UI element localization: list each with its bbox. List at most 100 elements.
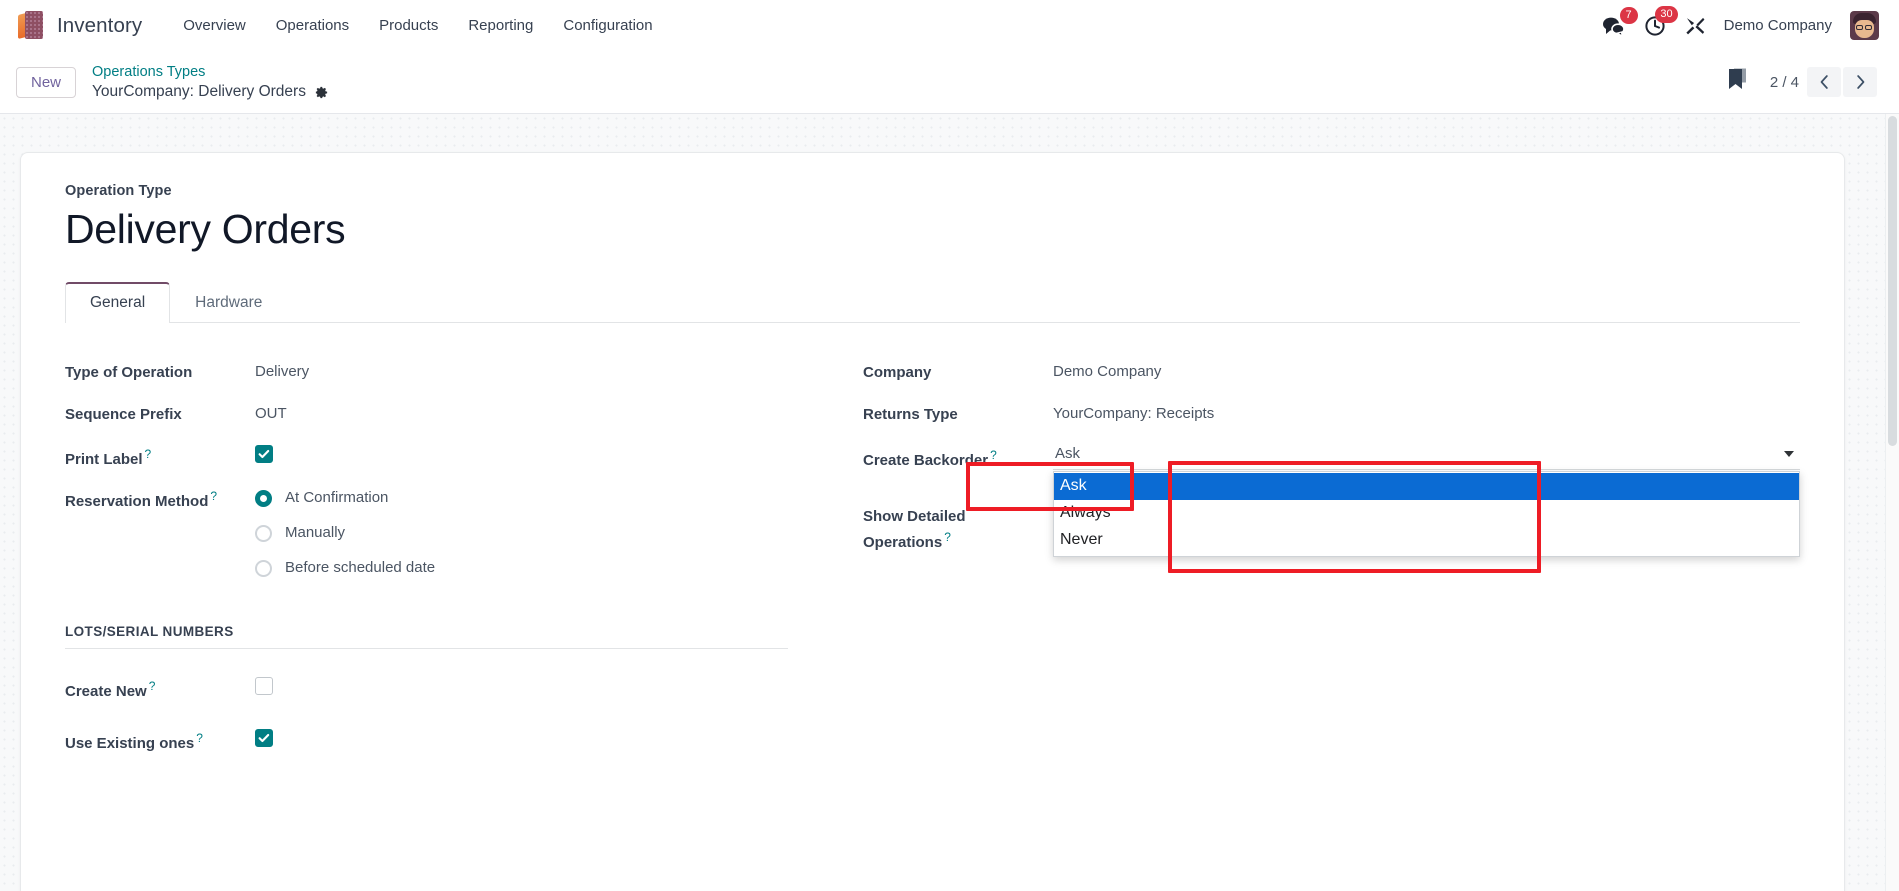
field-print-label: Print Label? (65, 439, 825, 480)
help-tooltip-icon[interactable]: ? (990, 448, 997, 462)
use-existing-ones-checkbox[interactable] (255, 729, 273, 747)
help-tooltip-icon[interactable]: ? (944, 530, 951, 544)
section-lots-serial-numbers: LOTS/SERIAL NUMBERS (65, 624, 788, 649)
bookmark-icon[interactable] (1726, 67, 1750, 98)
field-label-text-line2: Operations (863, 534, 943, 552)
help-tooltip-icon[interactable]: ? (149, 679, 156, 693)
field-label-text: Create New (65, 683, 147, 700)
create-backorder-selected-value: Ask (1055, 445, 1081, 462)
field-value[interactable]: Demo Company (1053, 355, 1800, 384)
field-label: Create Backorder? (863, 440, 1053, 472)
control-panel: New Operations Types YourCompany: Delive… (0, 51, 1899, 114)
page-title: Delivery Orders (65, 206, 346, 252)
radio-indicator (255, 560, 272, 577)
field-create-backorder: Create Backorder? Ask Ask Always Never (863, 440, 1800, 557)
breadcrumb-parent-link[interactable]: Operations Types (92, 63, 205, 81)
field-label: Use Existing ones? (65, 723, 255, 755)
brand[interactable]: Inventory (14, 10, 143, 41)
dropdown-option-never[interactable]: Never (1054, 527, 1799, 554)
form-left-column: Type of Operation Delivery Sequence Pref… (65, 355, 825, 765)
app-name: Inventory (57, 13, 143, 37)
field-label-text-line1: Show Detailed (863, 508, 966, 525)
radio-at-confirmation[interactable]: At Confirmation (255, 481, 825, 516)
create-backorder-select[interactable]: Ask (1053, 440, 1800, 470)
field-label-text: Use Existing ones (65, 735, 195, 752)
gear-icon[interactable] (314, 85, 329, 100)
field-label: Create New? (65, 671, 255, 703)
print-label-checkbox[interactable] (255, 445, 273, 463)
field-label: Returns Type (863, 406, 958, 423)
field-label: Reservation Method? (65, 481, 255, 513)
menu-item-reporting[interactable]: Reporting (453, 11, 548, 40)
field-reservation-method: Reservation Method? At Confirmation Manu… (65, 481, 825, 586)
scrollbar-thumb[interactable] (1888, 116, 1897, 446)
menu-item-operations[interactable]: Operations (261, 11, 364, 40)
field-label-text: Reservation Method (65, 493, 209, 510)
tools-wrench-icon (1685, 17, 1705, 34)
notebook-tabs: General Hardware (65, 281, 1800, 323)
radio-manually[interactable]: Manually (255, 516, 825, 551)
radio-label: Before scheduled date (285, 559, 436, 577)
form-grid: Type of Operation Delivery Sequence Pref… (65, 355, 1800, 765)
field-label-text: Print Label (65, 451, 143, 468)
avatar[interactable] (1850, 11, 1879, 40)
new-button[interactable]: New (16, 66, 77, 98)
help-tooltip-icon[interactable]: ? (196, 731, 203, 745)
breadcrumb-current-label: YourCompany: Delivery Orders (92, 83, 306, 101)
company-switcher[interactable]: Demo Company (1724, 17, 1832, 34)
chevron-left-icon (1820, 75, 1828, 89)
field-value[interactable]: Delivery (255, 355, 825, 384)
pager-previous-button[interactable] (1807, 67, 1841, 97)
help-tooltip-icon[interactable]: ? (145, 447, 152, 461)
reservation-method-radio-group: At Confirmation Manually Before schedule… (255, 481, 825, 586)
pager-value: 2 / 4 (1769, 73, 1799, 91)
dropdown-option-ask[interactable]: Ask (1054, 473, 1799, 500)
messages-button[interactable]: 7 (1602, 6, 1638, 36)
chevron-right-icon (1856, 75, 1864, 89)
messages-badge: 7 (1619, 6, 1638, 24)
radio-indicator (255, 490, 272, 507)
radio-label: At Confirmation (285, 489, 389, 507)
radio-before-scheduled-date[interactable]: Before scheduled date (255, 551, 825, 586)
pager: 2 / 4 (1770, 67, 1877, 97)
menu-item-configuration[interactable]: Configuration (548, 11, 667, 40)
breadcrumb-current: YourCompany: Delivery Orders (92, 82, 329, 101)
help-tooltip-icon[interactable]: ? (210, 489, 217, 503)
radio-indicator (255, 525, 272, 542)
field-value[interactable]: YourCompany: Receipts (1053, 397, 1800, 426)
field-company: Company Demo Company (863, 355, 1800, 396)
activities-button[interactable]: 30 (1644, 5, 1678, 37)
navbar-right: 7 30 Demo Company (1602, 5, 1885, 40)
breadcrumb: Operations Types YourCompany: Delivery O… (92, 62, 329, 101)
create-backorder-select-wrapper: Ask Ask Always Never (1053, 440, 1800, 557)
record-sheet: Operation Type Delivery Orders General H… (20, 152, 1845, 891)
main-menu: Overview Operations Products Reporting C… (168, 11, 667, 40)
odoo-inventory-box-logo-icon (18, 10, 44, 41)
field-type-of-operation: Type of Operation Delivery (65, 355, 825, 396)
tab-hardware[interactable]: Hardware (170, 282, 287, 323)
developer-tools-button[interactable] (1684, 15, 1706, 37)
menu-item-overview[interactable]: Overview (168, 11, 261, 40)
create-backorder-dropdown: Ask Always Never (1053, 471, 1800, 557)
create-new-checkbox[interactable] (255, 677, 273, 695)
dropdown-option-always[interactable]: Always (1054, 500, 1799, 527)
form-right-column: Company Demo Company Returns Type YourCo… (863, 355, 1800, 765)
field-label: Type of Operation (65, 364, 193, 381)
form-view-background: Operation Type Delivery Orders General H… (0, 114, 1899, 891)
field-value[interactable]: OUT (255, 397, 825, 426)
activities-badge: 30 (1655, 5, 1678, 23)
field-label: Sequence Prefix (65, 406, 182, 423)
field-create-new: Create New? (65, 671, 825, 712)
field-label: Print Label? (65, 439, 255, 471)
top-navbar: Inventory Overview Operations Products R… (0, 0, 1899, 51)
radio-label: Manually (285, 524, 346, 542)
field-returns-type: Returns Type YourCompany: Receipts (863, 397, 1800, 438)
tab-general[interactable]: General (65, 282, 171, 323)
menu-item-products[interactable]: Products (364, 11, 453, 40)
control-panel-right: 2 / 4 (1726, 67, 1883, 98)
field-label: Company (863, 364, 932, 381)
record-subtitle: Operation Type (65, 183, 172, 199)
page-scrollbar[interactable] (1885, 114, 1899, 891)
field-use-existing-ones: Use Existing ones? (65, 723, 825, 764)
pager-next-button[interactable] (1843, 67, 1877, 97)
